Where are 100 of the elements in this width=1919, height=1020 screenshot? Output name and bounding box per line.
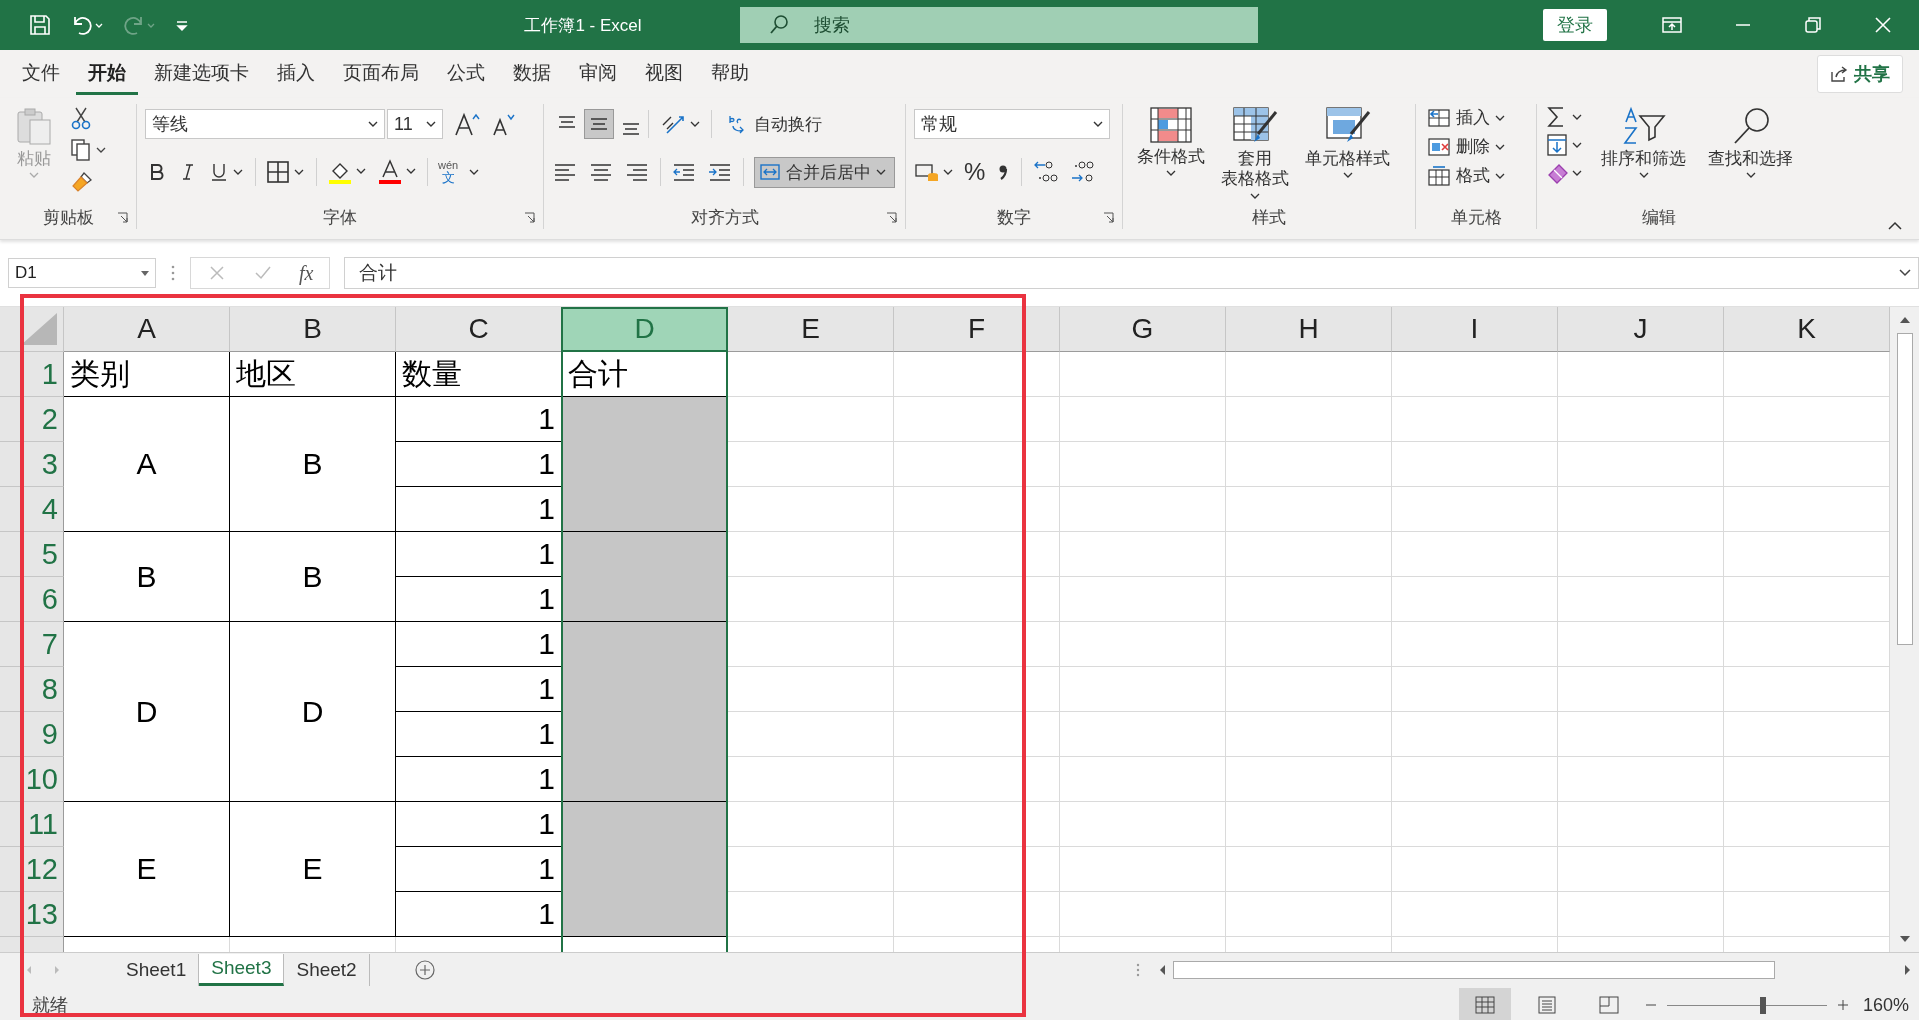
formula-field[interactable]: 合计	[344, 257, 1919, 289]
add-sheet-icon[interactable]	[413, 959, 436, 981]
column-header[interactable]: F	[894, 307, 1060, 352]
zoom-in-icon[interactable]	[1836, 999, 1849, 1011]
name-box[interactable]: D1	[8, 258, 156, 288]
insert-function-button[interactable]: fx	[299, 261, 314, 285]
ribbon-tab[interactable]: 新建选项卡	[142, 53, 261, 95]
caret-icon	[29, 172, 39, 179]
find-select-button[interactable]: 查找和选择	[1702, 104, 1799, 181]
align-middle-button[interactable]	[584, 109, 614, 139]
restore-icon[interactable]	[1803, 15, 1823, 35]
insert-icon	[1427, 106, 1451, 129]
collapse-ribbon-icon[interactable]	[1887, 221, 1903, 231]
insert-cells-button[interactable]: 插入	[1424, 104, 1508, 131]
table-cell: E	[64, 802, 230, 937]
caret-icon	[1250, 192, 1260, 199]
sheet-tab[interactable]: Sheet3	[199, 954, 285, 986]
status-text: 就绪	[32, 994, 68, 1017]
expand-caret-icon[interactable]	[1899, 269, 1911, 277]
table-cell: 类别	[64, 352, 230, 397]
page-break-icon	[1598, 996, 1619, 1014]
caret-icon	[1638, 172, 1649, 179]
column-header[interactable]: A	[64, 307, 230, 352]
cell-styles-button[interactable]: 单元格样式	[1299, 104, 1396, 181]
column-header[interactable]: K	[1724, 307, 1890, 352]
zoom-level: 160%	[1862, 994, 1909, 1016]
ribbon-tab[interactable]: 数据	[501, 53, 563, 95]
caret-icon	[876, 169, 886, 175]
table-cell: 地区	[230, 352, 396, 397]
normal-view-button[interactable]	[1458, 988, 1511, 1020]
caret-icon	[1093, 121, 1103, 127]
ribbon-tab[interactable]: 文件	[10, 53, 72, 95]
close-icon[interactable]	[1873, 15, 1893, 35]
group-label: 编辑	[1642, 206, 1676, 229]
conditional-formatting-button[interactable]: 条件格式	[1131, 104, 1211, 179]
format-icon	[1427, 164, 1451, 187]
phonetic-guide-button[interactable]: wén 文	[438, 160, 459, 184]
table-cell: D	[64, 622, 230, 802]
caret-icon	[1495, 172, 1505, 179]
ribbon-display-icon[interactable]	[1661, 15, 1683, 35]
merge-center-button[interactable]: 合并后居中	[754, 156, 895, 188]
clipboard-icon	[14, 106, 54, 146]
ribbon-tab[interactable]: 页面布局	[331, 53, 431, 95]
percent-button[interactable]: %	[964, 158, 986, 186]
delete-icon	[1427, 135, 1451, 158]
scrollbar-thumb[interactable]	[1896, 333, 1913, 645]
format-painter-icon[interactable]	[70, 170, 94, 194]
number-format-field[interactable]: 常规	[914, 109, 1110, 139]
column-header[interactable]: G	[1060, 307, 1226, 352]
wrap-text-button[interactable]: 自动换行	[722, 108, 827, 140]
delete-cells-button[interactable]: 删除	[1424, 133, 1508, 160]
group-label: 单元格	[1450, 206, 1502, 229]
merge-icon	[759, 162, 781, 182]
ribbon-tab[interactable]: 开始	[76, 53, 138, 95]
table-cell: A	[64, 397, 230, 532]
group-label: 对齐方式	[690, 206, 759, 229]
caret-icon	[1495, 114, 1505, 121]
borders-icon[interactable]	[266, 160, 306, 184]
search-field[interactable]: 搜索	[740, 7, 1258, 43]
caret-icon	[1166, 170, 1176, 177]
format-cells-button[interactable]: 格式	[1424, 162, 1508, 189]
normal-view-icon	[1474, 996, 1495, 1014]
window-title: 工作簿1 - Excel	[523, 14, 643, 37]
dialog-launcher-icon[interactable]	[117, 212, 128, 223]
save-icon[interactable]	[28, 13, 52, 37]
scrollbar-thumb[interactable]	[1173, 961, 1775, 979]
font-size-field[interactable]: 11	[387, 109, 443, 139]
copy-icon[interactable]	[70, 138, 108, 162]
column-header[interactable]: B	[230, 307, 396, 352]
align-bottom-icon	[620, 123, 642, 135]
column-header[interactable]: C	[396, 307, 562, 352]
column-header[interactable]: J	[1558, 307, 1724, 352]
column-header[interactable]: D	[562, 307, 728, 352]
column-header[interactable]: I	[1392, 307, 1558, 352]
ribbon-tab[interactable]: 审阅	[567, 53, 629, 95]
dialog-launcher-icon[interactable]	[886, 212, 897, 223]
ribbon-tab[interactable]: 视图	[633, 53, 695, 95]
column-header[interactable]: H	[1226, 307, 1392, 352]
zoom-slider-thumb[interactable]	[1759, 996, 1766, 1014]
dialog-launcher-icon[interactable]	[524, 212, 535, 223]
more-options-icon[interactable]	[170, 264, 176, 282]
sheet-tab[interactable]: Sheet2	[284, 954, 370, 986]
caret-icon	[426, 121, 436, 127]
ribbon-tab[interactable]: 公式	[435, 53, 497, 95]
column-header[interactable]: E	[728, 307, 894, 352]
font-color-icon[interactable]	[377, 159, 417, 185]
sign-in-button[interactable]: 登录	[1543, 9, 1607, 41]
share-button[interactable]: 共享	[1817, 55, 1903, 93]
table-cell: B	[230, 532, 396, 622]
caret-icon	[141, 270, 149, 276]
page-layout-icon	[1536, 996, 1557, 1014]
font-name-field[interactable]: 等线	[145, 109, 385, 139]
ribbon-tab[interactable]: 帮助	[699, 53, 761, 95]
caret-icon	[368, 121, 378, 127]
sort-filter-button[interactable]: 排序和筛选	[1595, 104, 1692, 181]
ribbon-tab[interactable]: 插入	[265, 53, 327, 95]
dialog-launcher-icon[interactable]	[1103, 212, 1114, 223]
cut-icon[interactable]	[70, 106, 92, 130]
grid-icon	[1149, 106, 1193, 144]
format-as-table-button[interactable]: 套用 表格格式	[1215, 104, 1295, 201]
